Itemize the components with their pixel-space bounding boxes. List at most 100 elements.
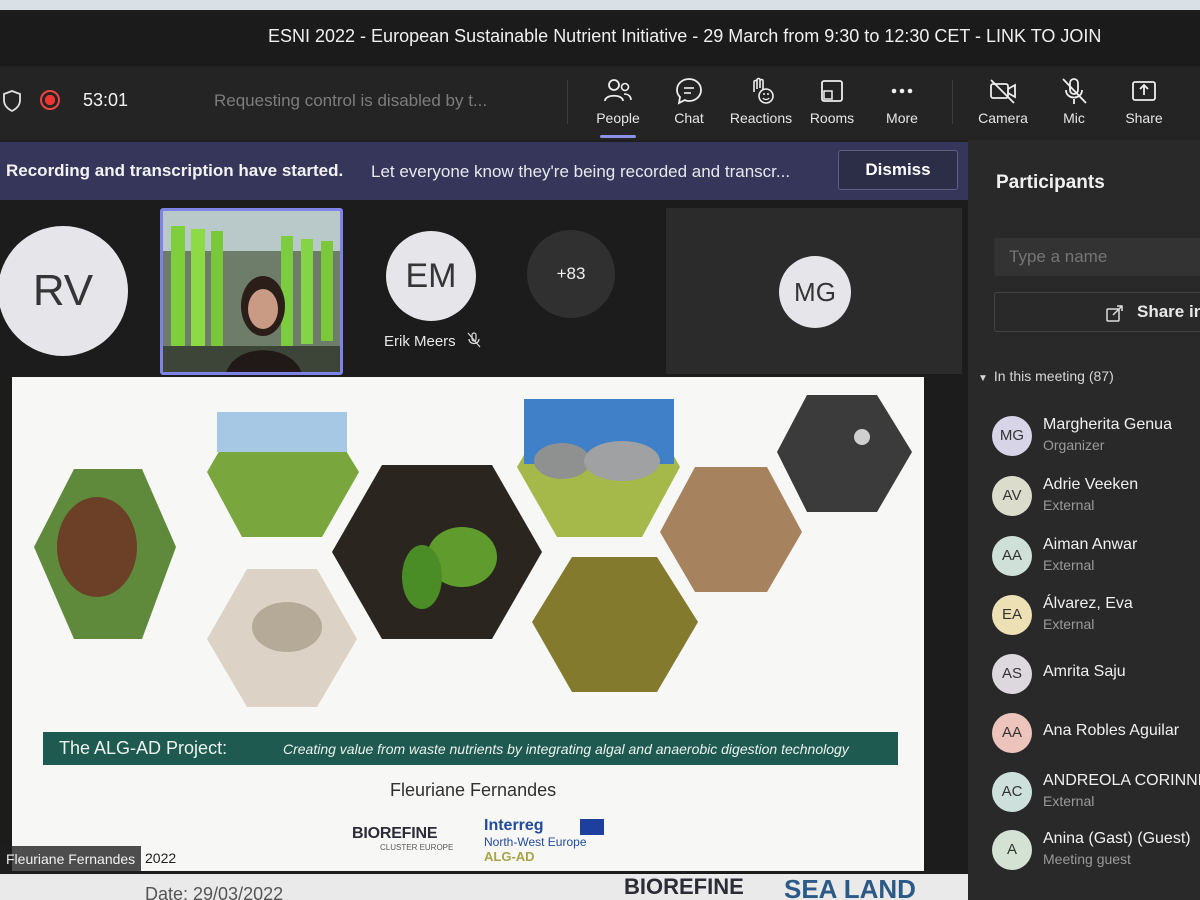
participant-row[interactable]: AA Ana Robles Aguilar — [992, 709, 1200, 759]
participant-name: Amrita Saju — [1043, 663, 1126, 680]
interreg-logo-text: Interreg — [484, 817, 544, 834]
share-button[interactable]: Share — [1104, 76, 1184, 134]
chat-icon — [676, 78, 702, 105]
participant-name: ANDREOLA CORINNE — [1043, 772, 1200, 789]
share-invite-button[interactable]: Share in — [994, 292, 1200, 332]
meeting-title: ESNI 2022 - European Sustainable Nutrien… — [268, 26, 1102, 46]
participant-name: Ana Robles Aguilar — [1043, 722, 1180, 739]
peek-sealand-text: SEA LAND — [784, 874, 916, 900]
toolbar-divider — [567, 80, 568, 124]
participant-name-em: Erik Meers — [384, 332, 482, 350]
speaker-video-image — [163, 211, 340, 372]
camera-off-icon — [990, 79, 1016, 104]
eu-flag-icon — [580, 819, 604, 835]
camera-button-label: Camera — [978, 110, 1028, 126]
participant-avatar: A — [992, 830, 1032, 870]
share-invite-label: Share in — [1137, 302, 1200, 321]
slide-date-fragment: 2022 — [145, 850, 177, 866]
biorefine-logo: BIOREFINE CLUSTER EUROPE — [352, 825, 462, 865]
control-status-text: Requesting control is disabled by t... — [214, 91, 488, 110]
participant-row[interactable]: MG Margherita Genua Organizer — [992, 412, 1200, 462]
mic-off-icon — [467, 332, 481, 348]
mic-button[interactable]: Mic — [1034, 76, 1114, 134]
participant-search-input[interactable] — [994, 238, 1200, 276]
biorefine-logo-text: BIOREFINE — [352, 825, 438, 842]
participant-role: Organizer — [1043, 437, 1105, 453]
in-meeting-label: In this meeting (87) — [993, 368, 1114, 384]
participant-avatar: AS — [992, 654, 1032, 694]
dismiss-button[interactable]: Dismiss — [838, 150, 958, 190]
recording-notice-bar: Recording and transcription have started… — [0, 142, 968, 200]
camera-button[interactable]: Camera — [963, 76, 1043, 134]
slide-title-banner: The ALG-AD Project: Creating value from … — [43, 732, 898, 765]
more-icon — [891, 88, 913, 94]
slide-project-subtitle: Creating value from waste nutrients by i… — [283, 741, 849, 757]
people-icon — [604, 79, 632, 102]
participant-avatar: AA — [992, 536, 1032, 576]
share-icon — [1132, 81, 1156, 101]
participant-avatar-em[interactable]: EM — [386, 231, 476, 321]
rooms-button[interactable]: Rooms — [792, 76, 872, 134]
meeting-timer: 53:01 — [83, 90, 129, 110]
chat-button-label: Chat — [674, 110, 704, 126]
interreg-logo: Interreg North-West Europe ALG-AD — [484, 817, 644, 867]
participant-avatar: MG — [992, 416, 1032, 456]
participant-avatar: AA — [992, 713, 1032, 753]
peek-biorefine-text: BIOREFINE — [624, 874, 744, 899]
overflow-participants-tile[interactable]: +83 — [527, 230, 615, 318]
chevron-down-icon: ▼ — [978, 373, 988, 384]
interreg-project-text: ALG-AD — [484, 849, 535, 864]
participant-row[interactable]: AV Adrie Veeken External — [992, 472, 1200, 522]
reactions-icon — [753, 77, 774, 104]
participant-avatar: EA — [992, 595, 1032, 635]
chat-button[interactable]: Chat — [649, 76, 729, 134]
participant-avatar: AV — [992, 476, 1032, 516]
recording-notice-message: Let everyone know they're being recorded… — [371, 162, 791, 181]
participant-name: Anina (Gast) (Guest) — [1043, 830, 1191, 847]
biorefine-logo-subtext: CLUSTER EUROPE — [380, 843, 454, 852]
reactions-button[interactable]: Reactions — [721, 76, 801, 134]
mic-off-icon — [1062, 78, 1087, 104]
shield-icon — [3, 90, 21, 112]
more-button-label: More — [886, 110, 918, 126]
participant-row[interactable]: AC ANDREOLA CORINNE External — [992, 768, 1200, 818]
participant-name-text: Erik Meers — [384, 333, 456, 350]
window-titlebar: ESNI 2022 - European Sustainable Nutrien… — [0, 0, 1200, 66]
participant-name: Adrie Veeken — [1043, 476, 1139, 493]
slide-presenter-name: Fleuriane Fernandes — [390, 780, 557, 800]
participant-role: External — [1043, 497, 1095, 513]
participants-panel-title: Participants — [996, 172, 1105, 193]
shared-presentation-slide: The ALG-AD Project: Creating value from … — [12, 377, 924, 871]
participant-role: External — [1043, 616, 1095, 632]
slide-hexagon-collage — [34, 395, 912, 707]
reactions-button-label: Reactions — [729, 110, 793, 126]
speaker-video-tile[interactable] — [160, 208, 343, 375]
participant-row[interactable]: AS Amrita Saju — [992, 650, 1200, 700]
recording-indicator-icon — [40, 90, 60, 110]
participant-role: External — [1043, 557, 1095, 573]
participant-name: Margherita Genua — [1043, 416, 1172, 433]
rooms-icon — [821, 80, 843, 102]
participant-avatar: AC — [992, 772, 1032, 812]
peek-date-text: Date: 29/03/2022 — [145, 884, 284, 900]
participant-avatar-rv[interactable]: RV — [0, 226, 128, 356]
share-invite-icon — [1106, 305, 1123, 322]
more-button[interactable]: More — [862, 76, 942, 134]
in-meeting-section-header[interactable]: ▼ In this meeting (87) — [978, 368, 1114, 384]
participant-avatar-mg[interactable]: MG — [779, 256, 851, 328]
window-top-edge — [0, 0, 1200, 10]
participant-row[interactable]: A Anina (Gast) (Guest) Meeting guest — [992, 826, 1200, 876]
slide-project-title: The ALG-AD Project: — [59, 738, 228, 758]
background-slide-peek: Date: 29/03/2022 BIOREFINE SEA LAND — [0, 874, 968, 900]
mic-button-label: Mic — [1063, 110, 1085, 126]
share-button-label: Share — [1125, 110, 1163, 126]
people-button[interactable]: People — [578, 76, 658, 138]
presenter-caption: Fleuriane Fernandes — [0, 846, 142, 872]
participant-name: Álvarez, Eva — [1043, 595, 1133, 612]
toolbar-divider — [952, 80, 953, 124]
participant-role: External — [1043, 793, 1095, 809]
participant-row[interactable]: AA Aiman Anwar External — [992, 532, 1200, 582]
participant-row[interactable]: EA Álvarez, Eva External — [992, 591, 1200, 641]
participant-name: Aiman Anwar — [1043, 536, 1138, 553]
participant-role: Meeting guest — [1043, 851, 1131, 867]
